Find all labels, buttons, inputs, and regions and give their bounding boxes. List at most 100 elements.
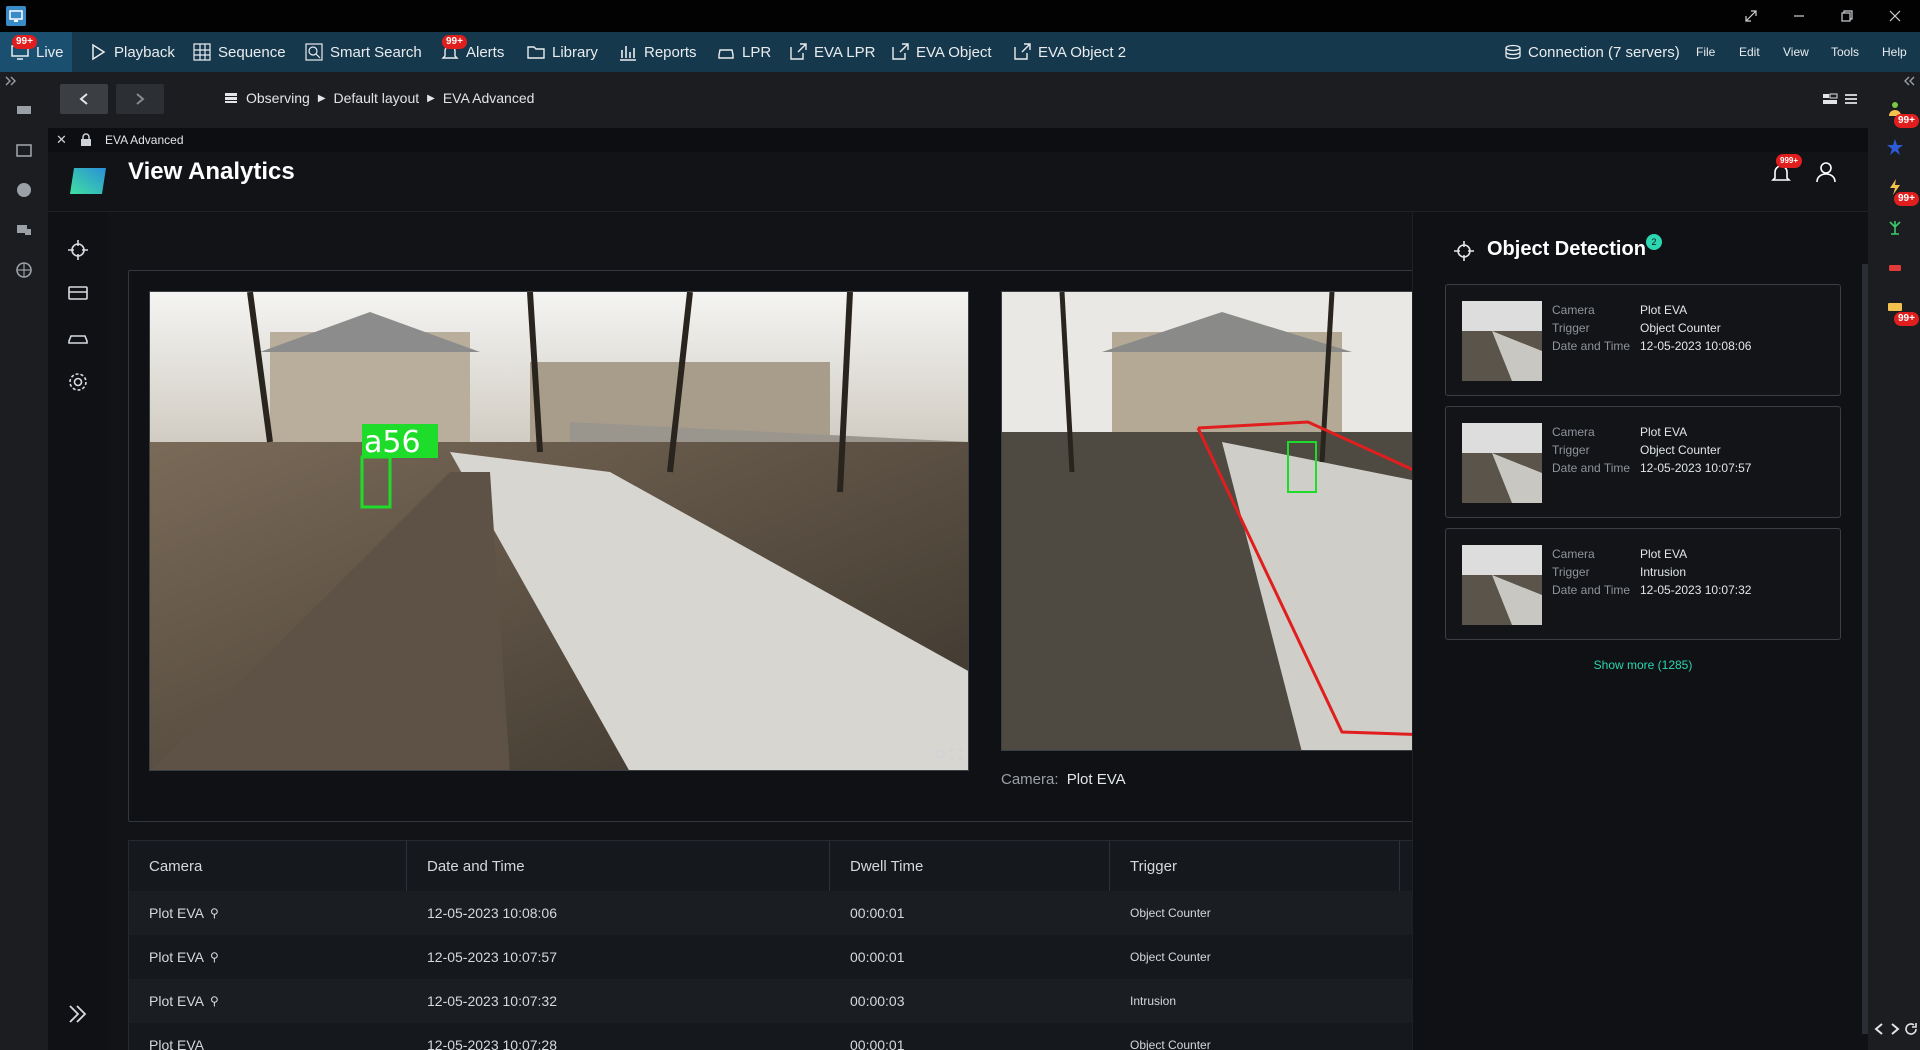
camera-view-main[interactable]: a56 bbox=[149, 291, 969, 771]
field-label: Camera bbox=[1552, 303, 1595, 317]
column-header[interactable]: Trigger bbox=[1110, 841, 1400, 891]
camera-frame bbox=[1002, 292, 1460, 750]
external-link-icon bbox=[790, 43, 807, 60]
menu-list-icon[interactable] bbox=[1844, 92, 1858, 106]
location-pin-icon[interactable]: ⚲ bbox=[210, 950, 219, 964]
cell-trigger: Object Counter bbox=[1130, 950, 1211, 964]
tab-eva-object-2[interactable]: EVA Object 2 bbox=[1012, 32, 1126, 72]
cell-camera: Plot EVA bbox=[129, 1023, 204, 1050]
expand-rail-icon[interactable] bbox=[4, 74, 18, 88]
close-tab-icon[interactable]: ✕ bbox=[56, 132, 67, 148]
field-label: Camera bbox=[1552, 425, 1595, 439]
panel-title: Object Detection bbox=[1487, 238, 1646, 260]
field-label: Date and Time bbox=[1552, 339, 1631, 353]
object-detection-panel: Object Detection 2 Camera Plot EVA Trigg… bbox=[1412, 212, 1868, 1050]
detection-label: a56 bbox=[364, 425, 421, 460]
back-button[interactable] bbox=[60, 84, 108, 114]
tab-sequence[interactable]: Sequence bbox=[192, 32, 286, 72]
car-icon[interactable] bbox=[66, 326, 90, 350]
devices-icon[interactable] bbox=[14, 220, 34, 240]
vertical-scrollbar[interactable] bbox=[1862, 264, 1868, 1034]
tab-eva-lpr[interactable]: EVA LPR bbox=[788, 32, 875, 72]
globe-icon[interactable] bbox=[14, 180, 34, 200]
detection-card[interactable]: Camera Plot EVA Trigger Object Counter D… bbox=[1445, 406, 1841, 518]
antenna-icon[interactable] bbox=[1886, 218, 1904, 236]
eva-content: View Analytics 999+ a56 Camera: Plot EVA… bbox=[48, 152, 1868, 1050]
layout-toggle-icon[interactable] bbox=[1822, 92, 1838, 106]
crosshair-icon[interactable] bbox=[66, 238, 90, 262]
video-settings-icon[interactable] bbox=[934, 748, 946, 760]
tab-label: Live bbox=[36, 43, 64, 61]
user-profile-icon[interactable] bbox=[1814, 160, 1838, 184]
location-pin-icon[interactable]: ⚲ bbox=[210, 906, 219, 920]
rail-badge: 99+ bbox=[1894, 312, 1919, 326]
event-thumbnail bbox=[1462, 545, 1542, 625]
menu-edit[interactable]: Edit bbox=[1739, 32, 1760, 72]
event-thumbnail bbox=[1462, 301, 1542, 381]
settings-gear-icon[interactable] bbox=[66, 370, 90, 394]
close-window-icon[interactable] bbox=[1886, 7, 1904, 25]
tab-label: Library bbox=[552, 43, 598, 61]
cameras-icon[interactable] bbox=[14, 140, 34, 160]
minimize-icon[interactable] bbox=[1790, 7, 1808, 25]
fullscreen-icon[interactable] bbox=[950, 748, 962, 760]
location-pin-icon[interactable]: ⚲ bbox=[210, 994, 219, 1008]
star-icon[interactable] bbox=[1886, 138, 1904, 156]
menu-view[interactable]: View bbox=[1783, 32, 1809, 72]
column-header[interactable]: Date and Time bbox=[407, 841, 830, 891]
tab-live[interactable]: Live 99+ bbox=[0, 32, 72, 72]
breadcrumb-item[interactable]: Observing bbox=[246, 90, 310, 106]
network-icon[interactable] bbox=[14, 260, 34, 280]
tab-eva-object[interactable]: EVA Object bbox=[890, 32, 992, 72]
prev-icon[interactable] bbox=[1872, 1022, 1886, 1036]
live-badge: 99+ bbox=[12, 35, 37, 49]
restore-icon[interactable] bbox=[1838, 7, 1856, 25]
collapse-rail-icon[interactable] bbox=[1902, 74, 1916, 88]
table-row[interactable]: Plot EVA 12-05-2023 10:07:28 00:00:01 Ob… bbox=[129, 1023, 1459, 1050]
car-icon bbox=[718, 49, 734, 59]
column-header[interactable]: Camera bbox=[129, 841, 407, 891]
tab-playback[interactable]: Playback bbox=[88, 32, 175, 72]
breadcrumb-item[interactable]: Default layout bbox=[334, 90, 420, 106]
tab-eva-advanced[interactable]: EVA Advanced bbox=[105, 133, 184, 147]
next-icon[interactable] bbox=[1888, 1022, 1902, 1036]
detection-card[interactable]: Camera Plot EVA Trigger Object Counter D… bbox=[1445, 284, 1841, 396]
menu-tools[interactable]: Tools bbox=[1831, 32, 1859, 72]
table-row[interactable]: Plot EVA ⚲ 12-05-2023 10:08:06 00:00:01 O… bbox=[129, 891, 1459, 935]
tab-smart-search[interactable]: Smart Search bbox=[304, 32, 422, 72]
tab-label: EVA LPR bbox=[814, 43, 876, 61]
grid-icon bbox=[193, 43, 211, 61]
tab-alerts[interactable]: Alerts 99+ bbox=[440, 32, 504, 72]
tab-reports[interactable]: Reports bbox=[618, 32, 697, 72]
cell-dwell: 00:00:01 bbox=[850, 1037, 905, 1050]
show-more-link[interactable]: Show more (1285) bbox=[1445, 658, 1841, 672]
layouts-icon[interactable] bbox=[14, 100, 34, 120]
field-value: 12-05-2023 10:07:32 bbox=[1640, 583, 1752, 597]
menu-file[interactable]: File bbox=[1696, 32, 1715, 72]
main-menubar: Live 99+ Playback Sequence Smart Search … bbox=[0, 32, 1920, 72]
field-value: Plot EVA bbox=[1640, 425, 1688, 439]
cell-dwell: 00:00:01 bbox=[850, 949, 905, 965]
menu-help[interactable]: Help bbox=[1882, 32, 1907, 72]
page-title: View Analytics bbox=[128, 158, 295, 185]
connection-status[interactable]: Connection (7 servers) bbox=[1504, 32, 1680, 72]
breadcrumb-item[interactable]: EVA Advanced bbox=[443, 90, 535, 106]
detection-card[interactable]: Camera Plot EVA Trigger Intrusion Date a… bbox=[1445, 528, 1841, 640]
tab-label: EVA Object bbox=[916, 43, 992, 61]
camera-view-zone[interactable] bbox=[1001, 291, 1461, 751]
table-row[interactable]: Plot EVA ⚲ 12-05-2023 10:07:32 00:00:03 I… bbox=[129, 979, 1459, 1023]
table-row[interactable]: Plot EVA ⚲ 12-05-2023 10:07:57 00:00:01 O… bbox=[129, 935, 1459, 979]
field-label: Camera bbox=[1552, 547, 1595, 561]
refresh-icon[interactable] bbox=[1904, 1022, 1918, 1036]
cell-dwell: 00:00:01 bbox=[850, 905, 905, 921]
tab-lpr[interactable]: LPR bbox=[716, 32, 771, 72]
tab-library[interactable]: Library bbox=[526, 32, 598, 72]
car-alert-icon[interactable] bbox=[1886, 258, 1904, 276]
forward-button[interactable] bbox=[116, 84, 164, 114]
count-badge: 2 bbox=[1646, 234, 1662, 250]
expand-icon[interactable] bbox=[1742, 7, 1760, 25]
expand-sidebar-icon[interactable] bbox=[66, 1002, 90, 1026]
column-header[interactable]: Dwell Time bbox=[830, 841, 1110, 891]
bus-icon[interactable] bbox=[66, 282, 90, 306]
cell-datetime: 12-05-2023 10:07:57 bbox=[427, 949, 557, 965]
